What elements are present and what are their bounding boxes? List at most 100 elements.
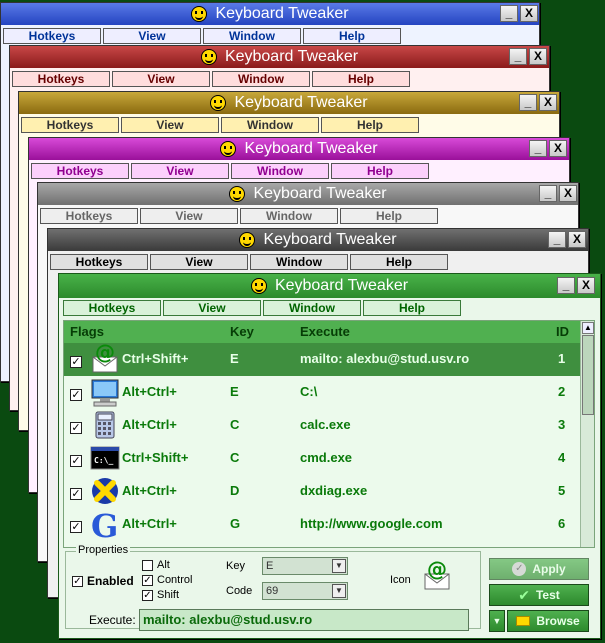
title-bar[interactable]: Keyboard Tweaker — [29, 138, 569, 160]
selected-icon-preview[interactable]: @ — [422, 557, 452, 591]
close-button[interactable]: X — [520, 5, 538, 22]
menu-hotkeys[interactable]: Hotkeys — [21, 117, 119, 133]
hotkey-list[interactable]: Flags Key Execute ID ✓ @ Ctrl+Shift+ E m… — [63, 320, 595, 548]
close-button[interactable]: X — [539, 94, 557, 111]
menu-help[interactable]: Help — [350, 254, 448, 270]
title-bar[interactable]: Keyboard Tweaker — [10, 46, 549, 68]
smiley-icon — [191, 6, 208, 22]
shift-check[interactable]: ✓ — [142, 589, 153, 601]
menu-view[interactable]: View — [121, 117, 219, 133]
close-button[interactable]: X — [577, 277, 595, 294]
column-header-id[interactable]: ID — [556, 324, 569, 339]
minimize-button[interactable]: _ — [557, 277, 575, 294]
table-row[interactable]: ✓ C:\_ Ctrl+Shift+ C cmd.exe 4 — [64, 442, 582, 475]
row-enabled-checkbox[interactable]: ✓ — [70, 389, 82, 401]
window-title: Keyboard Tweaker — [244, 140, 378, 157]
title-bar[interactable]: Keyboard Tweaker — [59, 274, 600, 298]
enabled-checkbox[interactable]: ✓ Enabled — [72, 574, 134, 588]
table-row[interactable]: ✓ Alt+Ctrl+ E C:\ 2 — [64, 376, 582, 409]
menu-bar: Hotkeys View Window Help — [1, 28, 539, 46]
chevron-down-icon[interactable]: ▼ — [332, 584, 346, 598]
menu-view[interactable]: View — [131, 163, 229, 179]
menu-help[interactable]: Help — [331, 163, 429, 179]
google-icon: G — [90, 507, 120, 545]
menu-hotkeys[interactable]: Hotkeys — [50, 254, 148, 270]
title-bar[interactable]: Keyboard Tweaker — [19, 92, 559, 114]
menu-help[interactable]: Help — [312, 71, 410, 87]
close-button[interactable]: X — [529, 48, 547, 65]
menu-window[interactable]: Window — [263, 300, 361, 316]
row-enabled-checkbox[interactable]: ✓ — [70, 488, 82, 500]
alt-check[interactable] — [142, 559, 153, 571]
menu-hotkeys[interactable]: Hotkeys — [40, 208, 138, 224]
browse-dropdown-button[interactable]: ▼ — [489, 610, 505, 632]
column-header-flags[interactable]: Flags — [70, 324, 104, 339]
row-enabled-checkbox[interactable]: ✓ — [70, 521, 82, 533]
minimize-button[interactable]: _ — [529, 140, 547, 157]
table-row[interactable]: ✓ Alt+Ctrl+ D dxdiag.exe 5 — [64, 475, 582, 508]
column-header-execute[interactable]: Execute — [300, 324, 350, 339]
minimize-button[interactable]: _ — [500, 5, 518, 22]
row-id: 4 — [558, 450, 566, 465]
close-button[interactable]: X — [559, 185, 577, 202]
table-row[interactable]: ✓ Alt+Ctrl+ C calc.exe 3 — [64, 409, 582, 442]
table-row[interactable]: ✓ G Alt+Ctrl+ G http://www.google.com 6 — [64, 507, 582, 545]
menu-hotkeys[interactable]: Hotkeys — [31, 163, 129, 179]
smiley-icon — [200, 49, 217, 65]
browse-button[interactable]: Browse — [507, 610, 589, 632]
minimize-button[interactable]: _ — [519, 94, 537, 111]
row-enabled-checkbox[interactable]: ✓ — [70, 356, 82, 368]
menu-view[interactable]: View — [103, 28, 201, 44]
menu-hotkeys[interactable]: Hotkeys — [12, 71, 110, 87]
menu-bar: Hotkeys View Window Help — [38, 208, 578, 226]
menu-help[interactable]: Help — [340, 208, 438, 224]
title-bar[interactable]: Keyboard Tweaker — [48, 229, 588, 251]
menu-help[interactable]: Help — [363, 300, 461, 316]
column-header-key[interactable]: Key — [230, 324, 254, 339]
menu-view[interactable]: View — [163, 300, 261, 316]
chevron-down-icon[interactable]: ▼ — [332, 559, 346, 573]
control-check[interactable]: ✓ — [142, 574, 153, 586]
shift-checkbox[interactable]: ✓ Shift — [142, 589, 179, 601]
title-bar[interactable]: Keyboard Tweaker — [1, 3, 539, 25]
menu-view[interactable]: View — [140, 208, 238, 224]
smiley-icon — [229, 186, 246, 202]
apply-button[interactable]: ✓ Apply — [489, 558, 589, 580]
table-row[interactable]: ✓ @ Ctrl+Shift+ E mailto: alexbu@stud.us… — [64, 340, 582, 376]
close-button[interactable]: X — [549, 140, 567, 157]
test-button[interactable]: ✔ Test — [489, 584, 589, 606]
menu-help[interactable]: Help — [321, 117, 419, 133]
minimize-button[interactable]: _ — [539, 185, 557, 202]
scroll-up-icon[interactable]: ▲ — [582, 322, 594, 334]
computer-icon — [90, 377, 120, 407]
minimize-button[interactable]: _ — [548, 231, 566, 248]
menu-window[interactable]: Window — [221, 117, 319, 133]
alt-checkbox[interactable]: Alt — [142, 559, 170, 571]
control-checkbox[interactable]: ✓ Control — [142, 574, 192, 586]
menu-help[interactable]: Help — [303, 28, 401, 44]
list-scrollbar[interactable]: ▲ — [580, 321, 594, 547]
menu-window[interactable]: Window — [231, 163, 329, 179]
minimize-button[interactable]: _ — [509, 48, 527, 65]
menu-hotkeys[interactable]: Hotkeys — [63, 300, 161, 316]
svg-text:@: @ — [95, 344, 115, 364]
menu-window[interactable]: Window — [212, 71, 310, 87]
apply-check-icon: ✓ — [512, 562, 527, 576]
close-button[interactable]: X — [568, 231, 586, 248]
scroll-thumb[interactable] — [582, 335, 594, 415]
main-window[interactable]: Keyboard Tweaker _ X Hotkeys View Window… — [58, 273, 601, 639]
menu-hotkeys[interactable]: Hotkeys — [3, 28, 101, 44]
menu-window[interactable]: Window — [203, 28, 301, 44]
menu-view[interactable]: View — [112, 71, 210, 87]
title-bar[interactable]: Keyboard Tweaker — [38, 183, 578, 205]
menu-window[interactable]: Window — [250, 254, 348, 270]
row-enabled-checkbox[interactable]: ✓ — [70, 455, 82, 467]
code-combo[interactable]: 69 ▼ — [262, 582, 348, 600]
row-enabled-checkbox[interactable]: ✓ — [70, 422, 82, 434]
menu-view[interactable]: View — [150, 254, 248, 270]
execute-input[interactable]: mailto: alexbu@stud.usv.ro — [139, 609, 469, 631]
key-combo[interactable]: E ▼ — [262, 557, 348, 575]
enabled-check[interactable]: ✓ — [72, 576, 83, 588]
menu-window[interactable]: Window — [240, 208, 338, 224]
menu-bar: Hotkeys View Window Help — [59, 300, 600, 318]
